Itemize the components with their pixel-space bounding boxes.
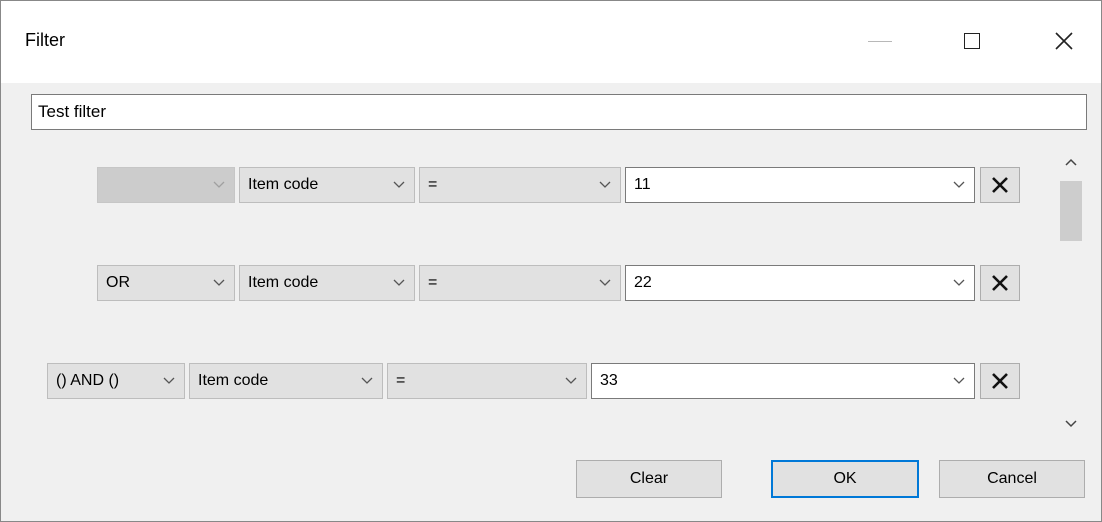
chevron-down-icon — [953, 181, 965, 188]
chevron-down-icon — [599, 279, 611, 286]
operator-select-row-1[interactable]: = — [419, 167, 621, 203]
value-combo-row-3[interactable]: 33 — [591, 363, 975, 399]
operator-value: = — [428, 176, 438, 193]
value-text: 11 — [634, 176, 651, 193]
connector-value: OR — [106, 274, 130, 291]
remove-icon — [992, 275, 1008, 291]
chevron-down-icon — [361, 377, 373, 384]
chevron-down-icon — [213, 181, 225, 188]
title-bar[interactable]: Filter — [1, 1, 1101, 83]
window-title: Filter — [25, 30, 65, 50]
field-value: Item code — [248, 274, 319, 291]
connector-select-row-3[interactable]: () AND () — [47, 363, 185, 399]
close-icon — [1055, 32, 1073, 50]
operator-value: = — [396, 372, 406, 389]
minimize-icon — [868, 40, 892, 42]
cancel-button[interactable]: Cancel — [939, 460, 1085, 498]
scroll-up-button[interactable] — [1060, 151, 1082, 173]
filter-dialog: Filter Test filter Item code = 11 OR Ite… — [0, 0, 1102, 522]
operator-select-row-3[interactable]: = — [387, 363, 587, 399]
chevron-down-icon — [213, 279, 225, 286]
scrollbar-thumb[interactable] — [1060, 181, 1082, 241]
chevron-down-icon — [953, 279, 965, 286]
chevron-down-icon — [1065, 420, 1077, 428]
chevron-down-icon — [599, 181, 611, 188]
field-select-row-1[interactable]: Item code — [239, 167, 415, 203]
value-combo-row-2[interactable]: 22 — [625, 265, 975, 301]
connector-select-row-1 — [97, 167, 235, 203]
chevron-down-icon — [565, 377, 577, 384]
chevron-down-icon — [393, 279, 405, 286]
chevron-down-icon — [393, 181, 405, 188]
remove-row-button-3[interactable] — [980, 363, 1020, 399]
value-text: 22 — [634, 274, 652, 291]
ok-button[interactable]: OK — [771, 460, 919, 498]
value-text: 33 — [600, 372, 618, 389]
connector-value: () AND () — [56, 372, 120, 389]
field-value: Item code — [198, 372, 269, 389]
scroll-down-button[interactable] — [1060, 413, 1082, 435]
connector-select-row-2[interactable]: OR — [97, 265, 235, 301]
field-select-row-3[interactable]: Item code — [189, 363, 383, 399]
remove-icon — [992, 177, 1008, 193]
operator-select-row-2[interactable]: = — [419, 265, 621, 301]
chevron-down-icon — [953, 377, 965, 384]
vertical-scrollbar[interactable] — [1054, 147, 1088, 437]
remove-row-button-2[interactable] — [980, 265, 1020, 301]
chevron-up-icon — [1065, 158, 1077, 166]
maximize-icon — [964, 33, 980, 49]
remove-row-button-1[interactable] — [980, 167, 1020, 203]
chevron-down-icon — [163, 377, 175, 384]
value-combo-row-1[interactable]: 11 — [625, 167, 975, 203]
close-button[interactable] — [1041, 21, 1087, 61]
remove-icon — [992, 373, 1008, 389]
maximize-button[interactable] — [949, 21, 995, 61]
field-select-row-2[interactable]: Item code — [239, 265, 415, 301]
field-value: Item code — [248, 176, 319, 193]
operator-value: = — [428, 274, 438, 291]
clear-button[interactable]: Clear — [576, 460, 722, 498]
filter-name-input[interactable]: Test filter — [31, 94, 1087, 130]
minimize-button — [857, 21, 903, 61]
